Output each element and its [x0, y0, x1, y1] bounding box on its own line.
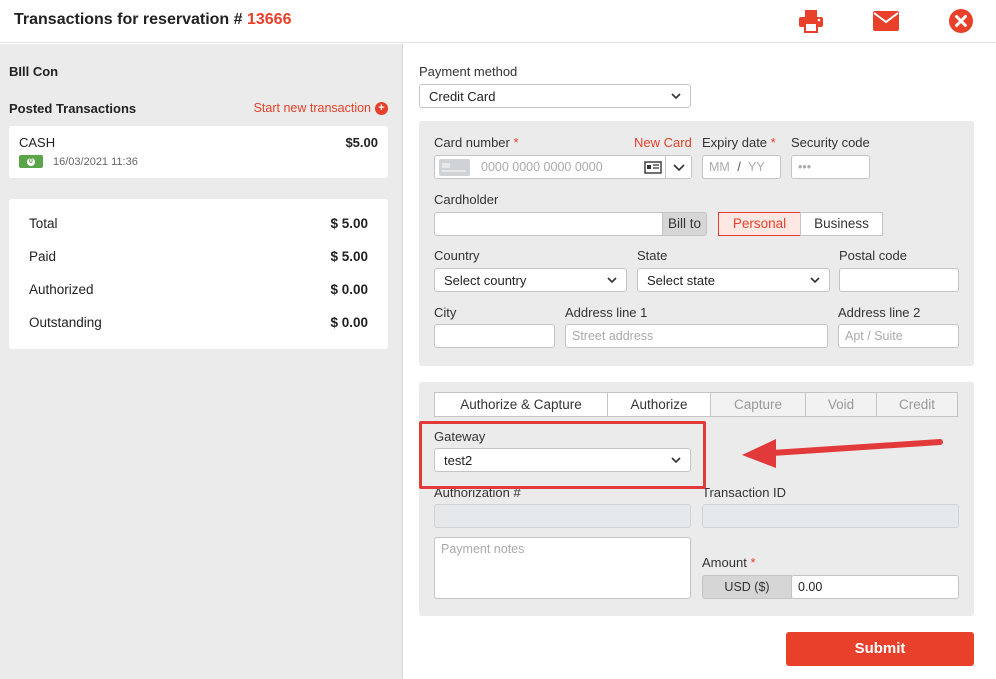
- start-new-label[interactable]: Start new transaction: [254, 101, 371, 115]
- state-select[interactable]: Select state: [637, 268, 830, 292]
- security-code-input[interactable]: •••: [791, 155, 870, 179]
- business-toggle[interactable]: Business: [800, 212, 883, 236]
- reservation-number: 13666: [246, 11, 292, 28]
- security-code-label: Security code: [791, 135, 870, 150]
- chevron-down-icon: [671, 457, 681, 464]
- expiry-date-label: Expiry date *: [702, 135, 776, 150]
- tab-void[interactable]: Void: [805, 392, 877, 417]
- cardholder-label: Cardholder: [434, 192, 499, 207]
- print-icon[interactable]: [797, 8, 825, 34]
- tab-authorize-capture[interactable]: Authorize & Capture: [434, 392, 608, 417]
- summary-card: Total $ 5.00 Paid $ 5.00 Authorized $ 0.…: [9, 199, 388, 349]
- card-number-label: Card number *: [434, 135, 519, 150]
- payment-method-label: Payment method: [419, 64, 518, 79]
- card-dropdown-toggle[interactable]: [665, 156, 691, 178]
- address-line-2-label: Address line 2: [838, 305, 921, 320]
- transaction-amount: $5.00: [345, 135, 378, 150]
- transaction-id-label: Transaction ID: [702, 485, 787, 500]
- summary-value: $ 5.00: [330, 249, 368, 264]
- new-card-link[interactable]: New Card: [634, 135, 692, 150]
- address-line-1-label: Address line 1: [565, 305, 648, 320]
- payment-form: Payment method Credit Card Card number *…: [404, 44, 996, 679]
- tab-authorize[interactable]: Authorize: [607, 392, 711, 417]
- amount-input[interactable]: 0.00: [791, 575, 959, 599]
- credit-card-icon: [439, 159, 470, 176]
- postal-code-label: Postal code: [839, 248, 907, 263]
- transaction-type-tabs: Authorize & Capture Authorize Capture Vo…: [434, 392, 960, 417]
- summary-label: Total: [29, 216, 58, 231]
- left-panel: BIll Con Posted Transactions Start new t…: [0, 44, 403, 679]
- title-prefix: Transactions for reservation #: [14, 11, 243, 28]
- state-label: State: [637, 248, 668, 263]
- transaction-item[interactable]: CASH $5.00 0 16/03/2021 11:36: [9, 126, 388, 178]
- summary-value: $ 5.00: [330, 216, 368, 231]
- amount-label: Amount *: [702, 555, 756, 570]
- transaction-id-input: [702, 504, 959, 528]
- summary-row-total: Total $ 5.00: [29, 216, 368, 236]
- transaction-method: CASH: [19, 135, 56, 150]
- posted-transactions-title: Posted Transactions: [9, 101, 137, 116]
- cardholder-input[interactable]: [434, 212, 664, 236]
- bill-to-button[interactable]: Bill to: [662, 212, 707, 236]
- submit-button[interactable]: Submit: [786, 632, 974, 666]
- summary-row-paid: Paid $ 5.00: [29, 249, 368, 269]
- transaction-date: 16/03/2021 11:36: [53, 156, 138, 168]
- dialog-header: Transactions for reservation # 13666: [0, 0, 996, 43]
- cash-icon: 0: [19, 155, 43, 168]
- summary-value: $ 0.00: [330, 282, 368, 297]
- payment-notes-textarea[interactable]: Payment notes: [434, 537, 691, 599]
- guest-name: BIll Con: [9, 64, 59, 79]
- gateway-select[interactable]: test2: [434, 448, 691, 472]
- payment-method-select[interactable]: Credit Card: [419, 84, 691, 108]
- city-input[interactable]: [434, 324, 555, 348]
- country-value: Select country: [444, 273, 527, 288]
- email-icon[interactable]: [872, 8, 900, 34]
- dialog-title: Transactions for reservation # 13666: [14, 11, 291, 29]
- annotation-arrow-icon: [742, 439, 943, 468]
- authorization-number-label: Authorization #: [434, 485, 521, 500]
- summary-row-outstanding: Outstanding $ 0.00: [29, 315, 368, 335]
- city-label: City: [434, 305, 457, 320]
- tab-capture[interactable]: Capture: [710, 392, 806, 417]
- authorization-number-input: [434, 504, 691, 528]
- summary-label: Outstanding: [29, 315, 102, 330]
- id-card-icon[interactable]: [642, 156, 664, 178]
- expiry-date-input[interactable]: MM / YY: [702, 155, 781, 179]
- tab-credit[interactable]: Credit: [876, 392, 958, 417]
- start-new-transaction-link[interactable]: Start new transaction +: [254, 101, 388, 115]
- close-icon[interactable]: [947, 8, 975, 34]
- gateway-label: Gateway: [434, 429, 486, 444]
- chevron-down-icon: [607, 277, 617, 284]
- summary-value: $ 0.00: [330, 315, 368, 330]
- summary-label: Paid: [29, 249, 57, 264]
- address-line-2-input[interactable]: Apt / Suite: [838, 324, 959, 348]
- address-line-1-input[interactable]: Street address: [565, 324, 828, 348]
- payment-method-value: Credit Card: [429, 89, 496, 104]
- summary-label: Authorized: [29, 282, 94, 297]
- chevron-down-icon: [810, 277, 820, 284]
- postal-code-input[interactable]: [839, 268, 959, 292]
- gateway-value: test2: [444, 453, 473, 468]
- summary-row-authorized: Authorized $ 0.00: [29, 282, 368, 302]
- country-select[interactable]: Select country: [434, 268, 627, 292]
- chevron-down-icon: [671, 93, 681, 100]
- chevron-down-icon: [673, 164, 685, 172]
- state-value: Select state: [647, 273, 715, 288]
- currency-addon: USD ($): [702, 575, 792, 599]
- plus-circle-icon[interactable]: +: [375, 101, 388, 115]
- country-label: Country: [434, 248, 480, 263]
- personal-toggle[interactable]: Personal: [718, 212, 801, 236]
